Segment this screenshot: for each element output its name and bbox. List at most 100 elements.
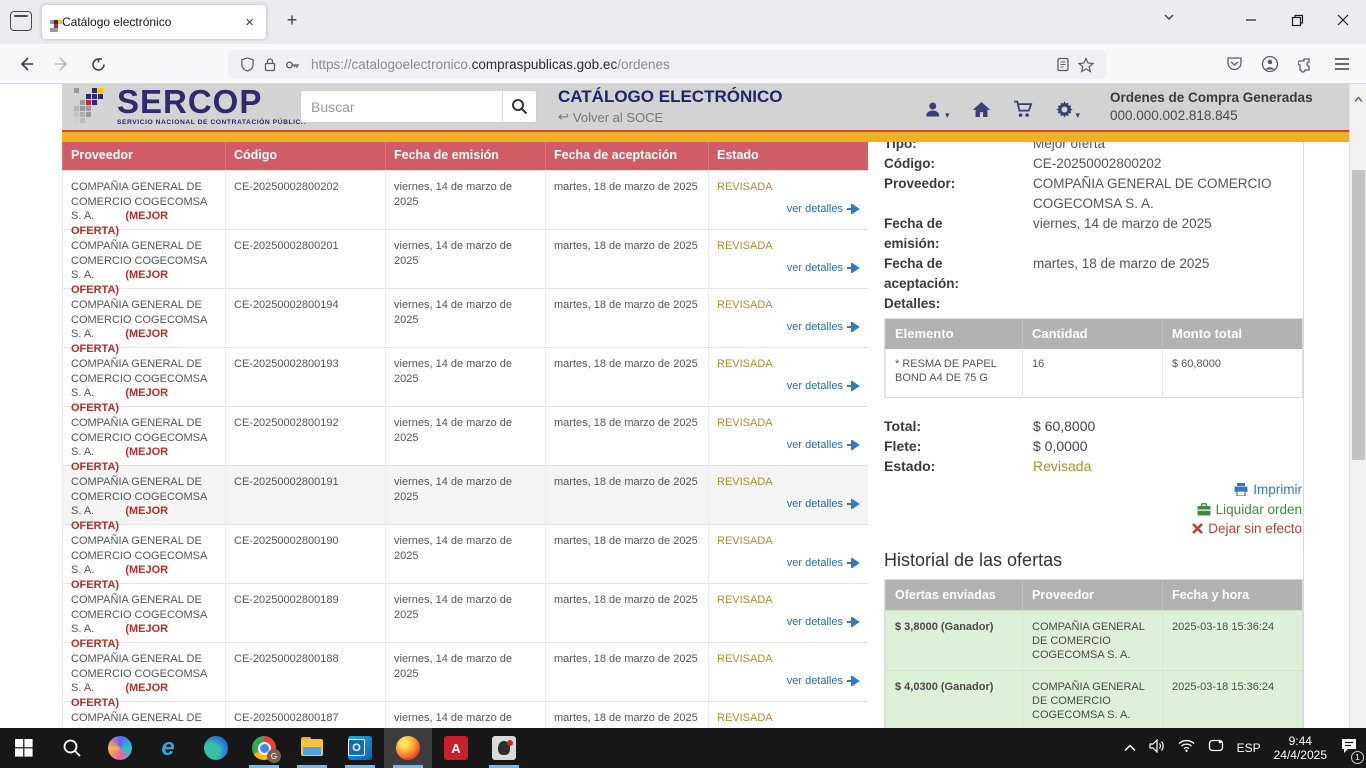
cart-icon[interactable]	[1013, 100, 1033, 123]
arrow-right-icon	[847, 676, 860, 686]
notification-center-button[interactable]: 1	[1340, 738, 1358, 759]
ver-detalles-link[interactable]: ver detalles	[787, 674, 860, 689]
chrome-profile-badge: G	[267, 749, 281, 763]
taskbar-ie-button[interactable]: e	[144, 728, 192, 768]
pocket-icon[interactable]	[1222, 52, 1246, 76]
reload-icon[interactable]	[86, 52, 110, 76]
tray-chevron-up-icon[interactable]	[1124, 739, 1136, 757]
language-indicator[interactable]: ESP	[1237, 741, 1261, 755]
ver-detalles-link[interactable]: ver detalles	[787, 320, 860, 335]
status-badge: REVISADA	[717, 417, 773, 429]
page-content: SERCOP SERVICIO NACIONAL DE CONTRATACIÓN…	[0, 84, 1349, 728]
item-row: * RESMA DE PAPEL BOND A4 DE 75 G 16 $ 60…	[885, 349, 1302, 397]
reader-view-icon[interactable]	[1056, 57, 1070, 72]
settings-gear-icon[interactable]: ▾	[1055, 100, 1081, 123]
taskbar-search-button[interactable]	[48, 728, 96, 768]
menu-hamburger-icon[interactable]	[1330, 52, 1354, 76]
volume-icon[interactable]	[1149, 739, 1165, 758]
imprimir-link[interactable]: Imprimir	[884, 480, 1302, 500]
url-bar[interactable]: https://catalogoelectronico.compraspubli…	[228, 50, 1106, 79]
arrow-right-icon	[847, 322, 860, 332]
table-row[interactable]: COMPAÑIA GENERAL DE COMERCIO COGECOMSA S…	[62, 406, 868, 465]
extensions-puzzle-icon[interactable]	[1294, 52, 1318, 76]
ver-detalles-link[interactable]: ver detalles	[787, 497, 860, 512]
acceptance-date: martes, 18 de marzo de 2025	[545, 466, 708, 533]
item-quantity: 16	[1022, 349, 1162, 397]
totals-block: Total:$ 60,8000 Flete:$ 0,0000 Estado:Re…	[884, 416, 1303, 476]
taskbar-firefox-button[interactable]	[384, 728, 432, 768]
offer-datetime: 2025-03-18 15:36:24	[1162, 611, 1302, 670]
provider-cell: COMPAÑIA GENERAL DE COMERCIO COGECOMSA S…	[62, 348, 225, 415]
search-button[interactable]	[502, 91, 536, 122]
field-value: COMPAÑIA GENERAL DE COMERCIO COGECOMSA S…	[1033, 174, 1303, 214]
liquidar-orden-link[interactable]: Liquidar orden	[884, 500, 1302, 520]
search-input[interactable]	[301, 91, 502, 122]
forward-icon[interactable]	[50, 52, 74, 76]
account-icon[interactable]	[1258, 52, 1282, 76]
browser-tab[interactable]: Catálogo electrónico ×	[42, 5, 266, 39]
estado-value: Revisada	[1033, 456, 1303, 476]
status-cell: REVISADA ver detalles	[708, 584, 868, 651]
start-button[interactable]	[0, 728, 48, 768]
status-cell: REVISADA ver detalles	[708, 702, 868, 728]
taskbar-outlook-button[interactable]	[336, 728, 384, 768]
table-row[interactable]: COMPAÑIA GENERAL DE COMERCIO COGECOMSA S…	[62, 229, 868, 288]
sercop-logo[interactable]: SERCOP SERVICIO NACIONAL DE CONTRATACIÓN…	[117, 86, 306, 126]
close-window-button[interactable]	[1320, 0, 1366, 40]
shield-icon[interactable]	[240, 57, 255, 72]
vertical-scrollbar[interactable]	[1349, 84, 1366, 728]
table-row[interactable]: COMPAÑIA GENERAL DE COMERCIO COGECOMSA S…	[62, 170, 868, 229]
firefox-view-icon[interactable]	[10, 11, 32, 31]
taskbar-copilot-button[interactable]	[96, 728, 144, 768]
order-code: CE-20250002800194	[225, 289, 385, 356]
minimize-button[interactable]	[1228, 0, 1274, 40]
scrollbar-thumb[interactable]	[1352, 170, 1365, 460]
permissions-key-icon[interactable]	[285, 59, 301, 71]
date: 24/4/2025	[1274, 748, 1327, 762]
taskbar-chrome-button[interactable]: G	[240, 728, 288, 768]
home-icon[interactable]	[972, 101, 991, 123]
taskbar-app-button[interactable]	[480, 728, 528, 768]
new-tab-button[interactable]: +	[280, 10, 304, 31]
url-text: https://catalogoelectronico.compraspubli…	[311, 57, 1052, 72]
table-row[interactable]: COMPAÑIA GENERAL DE COMERCIO COGECOMSA S…	[62, 288, 868, 347]
acceptance-date: martes, 18 de marzo de 2025	[545, 171, 708, 238]
maximize-button[interactable]	[1274, 0, 1320, 40]
wifi-icon[interactable]	[1178, 739, 1195, 757]
dejar-sin-efecto-link[interactable]: Dejar sin efecto	[884, 519, 1302, 539]
tab-close-icon[interactable]: ×	[241, 14, 258, 31]
ver-detalles-link[interactable]: ver detalles	[787, 438, 860, 453]
time: 9:44	[1289, 734, 1312, 748]
arrow-right-icon	[847, 204, 860, 214]
taskbar-explorer-button[interactable]	[288, 728, 336, 768]
taskbar-edge-button[interactable]	[192, 728, 240, 768]
status-badge: REVISADA	[717, 181, 773, 193]
table-row[interactable]: COMPAÑIA GENERAL DE COMERCIO COGECOMSA S…	[62, 583, 868, 642]
order-code: CE-20250002800192	[225, 407, 385, 474]
ver-detalles-link[interactable]: ver detalles	[787, 556, 860, 571]
table-row[interactable]: COMPAÑIA GENERAL DE COMERCIO COGECOMSA S…	[62, 701, 868, 728]
ver-detalles-link[interactable]: ver detalles	[787, 379, 860, 394]
col-codigo: Código	[225, 142, 385, 170]
user-menu-icon[interactable]: ▾	[924, 101, 950, 123]
ver-detalles-link[interactable]: ver detalles	[787, 202, 860, 217]
volver-soce-link[interactable]: ↩ Volver al SOCE	[558, 109, 782, 125]
ver-detalles-link[interactable]: ver detalles	[787, 615, 860, 630]
history-row: $ 4,0300 (Ganador) COMPAÑIA GENERAL DE C…	[885, 670, 1302, 729]
bookmark-star-icon[interactable]	[1078, 57, 1094, 73]
table-row[interactable]: COMPAÑIA GENERAL DE COMERCIO COGECOMSA S…	[62, 347, 868, 406]
tab-favicon	[50, 20, 54, 24]
table-row[interactable]: COMPAÑIA GENERAL DE COMERCIO COGECOMSA S…	[62, 642, 868, 701]
list-tabs-chevron-icon[interactable]	[1162, 10, 1176, 29]
col-fecha-hora: Fecha y hora	[1162, 580, 1302, 610]
search-icon	[62, 738, 82, 758]
back-icon[interactable]	[14, 52, 38, 76]
table-row[interactable]: COMPAÑIA GENERAL DE COMERCIO COGECOMSA S…	[62, 524, 868, 583]
lock-icon[interactable]	[263, 57, 277, 72]
device-icon[interactable]	[1208, 739, 1224, 757]
table-row-selected[interactable]: COMPAÑIA GENERAL DE COMERCIO COGECOMSA S…	[62, 465, 868, 524]
scroll-up-icon[interactable]	[1354, 90, 1363, 108]
ver-detalles-link[interactable]: ver detalles	[787, 261, 860, 276]
clock[interactable]: 9:44 24/4/2025	[1274, 734, 1327, 762]
taskbar-acrobat-button[interactable]: A	[432, 728, 480, 768]
